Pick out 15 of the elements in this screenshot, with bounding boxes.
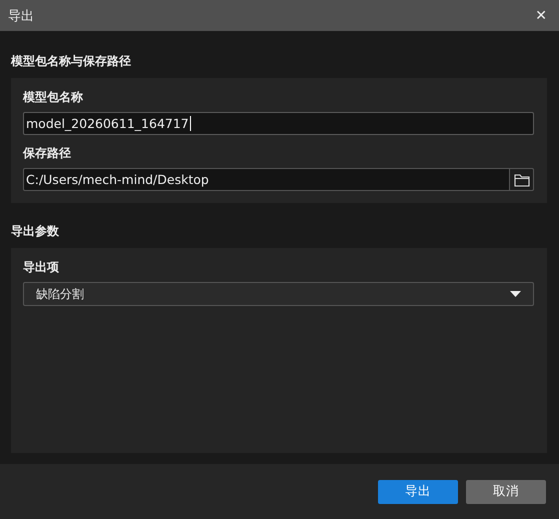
cancel-button[interactable]: 取消 <box>466 480 546 504</box>
dropdown[interactable]: 缺陷分割 <box>23 282 534 306</box>
input-field[interactable]: C:/Users/mech-mind/Desktop <box>23 168 510 191</box>
window-title: 导出 <box>8 8 34 24</box>
field-label: 导出项 <box>23 259 59 276</box>
field-label: 保存路径 <box>23 145 71 162</box>
browse-button[interactable] <box>510 168 534 191</box>
section-title: 模型包名称与保存路径 <box>11 53 131 70</box>
field-label: 模型包名称 <box>23 89 83 106</box>
folder-icon <box>514 172 530 186</box>
caret-icon <box>510 291 521 297</box>
input-field[interactable]: model_20260611_164717 <box>23 112 534 135</box>
close-button[interactable]: ✕ <box>535 8 547 24</box>
export-button[interactable]: 导出 <box>378 480 458 504</box>
section-title: 导出参数 <box>11 223 59 240</box>
